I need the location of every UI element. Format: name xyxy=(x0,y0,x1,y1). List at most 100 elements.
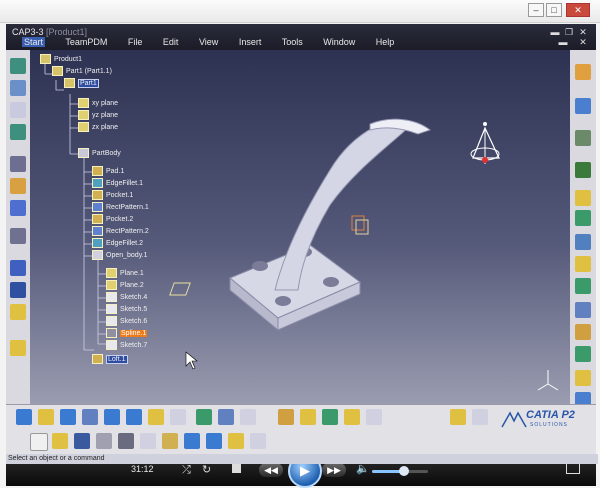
tree-node-plane[interactable]: zx plane xyxy=(78,122,118,132)
chamfer-icon[interactable] xyxy=(575,302,591,318)
box-icon[interactable] xyxy=(10,124,26,140)
apply-icon[interactable] xyxy=(366,409,382,425)
tree-node-partbody[interactable]: PartBody xyxy=(78,148,121,158)
tree-node-feature[interactable]: RectPattern.2 xyxy=(92,226,149,236)
normal-view-icon[interactable] xyxy=(148,409,164,425)
rib-icon[interactable] xyxy=(575,256,591,272)
tree-node-feature[interactable]: Plane.2 xyxy=(106,280,144,290)
volume-slider[interactable] xyxy=(372,466,428,476)
tree-node-plane[interactable]: yz plane xyxy=(78,110,118,120)
analysis-icon[interactable] xyxy=(450,409,466,425)
plane-icon[interactable] xyxy=(10,304,26,320)
fly-mode-icon[interactable] xyxy=(16,409,32,425)
shell-icon[interactable] xyxy=(575,346,591,362)
render-icon[interactable] xyxy=(300,409,316,425)
shading-icon[interactable] xyxy=(196,409,212,425)
tree-node-product[interactable]: Product1 xyxy=(40,54,82,64)
tree-node-feature[interactable]: Sketch.6 xyxy=(106,316,147,326)
inner-close-button[interactable]: ✕ xyxy=(576,37,590,48)
tree-node-feature[interactable]: EdgeFillet.1 xyxy=(92,178,143,188)
shuffle-icon[interactable]: ⤮ xyxy=(182,464,191,477)
sketcher-icon[interactable] xyxy=(575,130,591,146)
material-icon[interactable] xyxy=(278,409,294,425)
measure-icon[interactable] xyxy=(10,156,26,172)
compass-icon[interactable] xyxy=(470,122,500,164)
pad-icon[interactable] xyxy=(575,162,591,178)
menu-window[interactable]: Window xyxy=(323,37,355,47)
maximize-button[interactable]: □ xyxy=(546,3,562,17)
formula-icon[interactable] xyxy=(228,433,244,449)
eraser-icon[interactable] xyxy=(10,102,26,118)
menu-teampdm[interactable]: TeamPDM xyxy=(65,37,107,47)
tree-node-feature[interactable]: Loft.1 xyxy=(92,354,128,364)
constraint-icon[interactable] xyxy=(10,228,26,244)
previous-icon[interactable]: ◀◀ xyxy=(259,463,283,477)
cut-icon[interactable] xyxy=(118,433,134,449)
tree-node-feature[interactable]: Pocket.1 xyxy=(92,190,133,200)
grid-icon[interactable] xyxy=(10,200,26,216)
hide-show-icon[interactable] xyxy=(218,409,234,425)
sketch-icon[interactable] xyxy=(10,340,26,356)
tree-node-feature[interactable]: Pocket.2 xyxy=(92,214,133,224)
light-icon[interactable] xyxy=(344,409,360,425)
tree-node-feature[interactable]: Pad.1 xyxy=(92,166,124,176)
volume-thumb[interactable] xyxy=(399,466,409,476)
close-button[interactable]: ✕ xyxy=(566,3,590,17)
save-icon[interactable] xyxy=(74,433,90,449)
pan-icon[interactable] xyxy=(60,409,76,425)
menu-start[interactable]: Start xyxy=(22,37,46,47)
tree-node-feature[interactable]: Open_body.1 xyxy=(92,250,148,260)
tree-node-feature[interactable]: Sketch.7 xyxy=(106,340,147,350)
paste-icon[interactable] xyxy=(162,433,178,449)
shaft-icon[interactable] xyxy=(575,210,591,226)
view-options-icon[interactable] xyxy=(170,409,186,425)
tree-node-feature[interactable]: Plane.1 xyxy=(106,268,144,278)
tree-node-feature[interactable]: Sketch.4 xyxy=(106,292,147,302)
next-icon[interactable]: ▶▶ xyxy=(322,463,346,477)
tree-node-feature[interactable]: RectPattern.1 xyxy=(92,202,149,212)
print-icon[interactable] xyxy=(96,433,112,449)
snap-icon[interactable] xyxy=(10,58,26,74)
texture-icon[interactable] xyxy=(322,409,338,425)
zoom-in-icon[interactable] xyxy=(104,409,120,425)
rotate-icon[interactable] xyxy=(82,409,98,425)
zoom-icon[interactable] xyxy=(575,98,591,114)
help-icon[interactable] xyxy=(250,433,266,449)
open-file-icon[interactable] xyxy=(52,433,68,449)
tree-node-feature[interactable]: EdgeFillet.2 xyxy=(92,238,143,248)
menu-file[interactable]: File xyxy=(128,37,143,47)
redo-icon[interactable] xyxy=(206,433,222,449)
doc-minimize-button[interactable]: ▬ xyxy=(548,27,562,37)
layers-icon[interactable] xyxy=(10,80,26,96)
tree-node-part-root[interactable]: Part1 xyxy=(64,78,99,88)
tree-node-part[interactable]: Part1 (Part1.1) xyxy=(52,66,112,76)
menu-view[interactable]: View xyxy=(199,37,218,47)
zoom-out-icon[interactable] xyxy=(126,409,142,425)
hole-icon[interactable] xyxy=(575,234,591,250)
select-arrow-icon[interactable] xyxy=(575,64,591,80)
minimize-button[interactable]: – xyxy=(528,3,544,17)
inner-minimize-button[interactable]: ▬ xyxy=(556,37,570,47)
viewport-3d[interactable]: Product1 Part1 (Part1.1) Part1 xy plane … xyxy=(30,50,570,404)
new-file-icon[interactable] xyxy=(30,433,48,451)
tree-node-plane[interactable]: xy plane xyxy=(78,98,118,108)
menu-insert[interactable]: Insert xyxy=(239,37,262,47)
menu-tools[interactable]: Tools xyxy=(282,37,303,47)
stop-icon[interactable] xyxy=(232,464,241,473)
tree-node-feature[interactable]: Sketch.5 xyxy=(106,304,147,314)
undo-icon[interactable] xyxy=(184,433,200,449)
line-icon[interactable] xyxy=(10,282,26,298)
menu-help[interactable]: Help xyxy=(376,37,395,47)
copy-icon[interactable] xyxy=(140,433,156,449)
menu-edit[interactable]: Edit xyxy=(163,37,179,47)
fit-all-icon[interactable] xyxy=(38,409,54,425)
fillet-icon[interactable] xyxy=(575,278,591,294)
thickness-icon[interactable] xyxy=(575,370,591,386)
pocket-icon[interactable] xyxy=(575,190,591,206)
loft-surface[interactable] xyxy=(274,121,412,291)
part-icon[interactable] xyxy=(10,178,26,194)
catalog-icon[interactable] xyxy=(472,409,488,425)
draft-icon[interactable] xyxy=(575,324,591,340)
swap-space-icon[interactable] xyxy=(240,409,256,425)
tree-node-feature-selected[interactable]: Spline.1 xyxy=(106,328,148,338)
